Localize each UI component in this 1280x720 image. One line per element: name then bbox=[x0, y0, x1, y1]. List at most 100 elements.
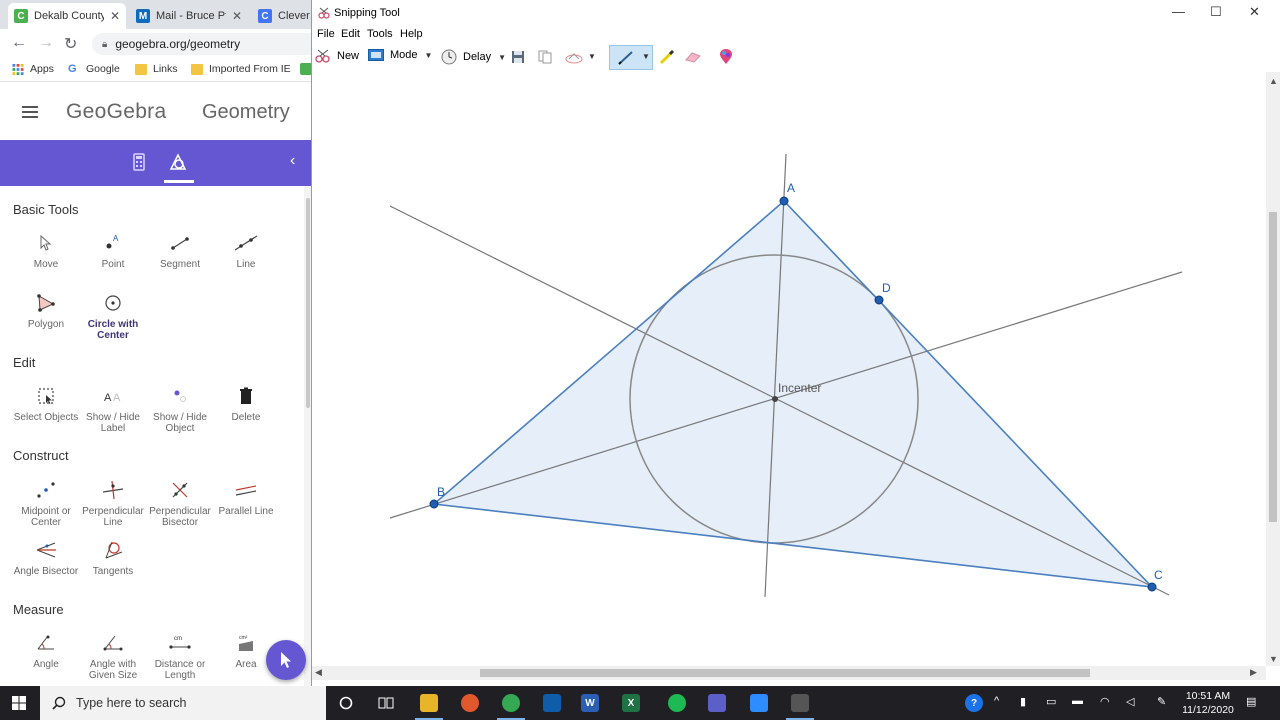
file-explorer-icon[interactable] bbox=[420, 694, 438, 712]
snip-canvas[interactable]: A B C D Incenter bbox=[312, 72, 1266, 666]
horizontal-scrollbar[interactable]: ◀ ▶ bbox=[312, 666, 1266, 680]
tool-parallel-line[interactable]: Parallel Line bbox=[211, 478, 281, 517]
tool-segment[interactable]: Segment bbox=[145, 231, 215, 270]
show-hidden-icons-chevron-icon[interactable]: ^ bbox=[994, 695, 999, 707]
tool-show-hide-object[interactable]: Show / Hide Object bbox=[145, 384, 215, 434]
show-hide-object-icon bbox=[174, 390, 186, 402]
scroll-right-icon[interactable]: ▶ bbox=[1250, 667, 1257, 678]
excel-icon[interactable]: X bbox=[622, 694, 640, 712]
task-view-icon[interactable] bbox=[378, 695, 394, 711]
taskbar-search[interactable]: Type here to search bbox=[40, 686, 326, 720]
maximize-icon[interactable]: ☐ bbox=[1210, 4, 1222, 20]
tool-move[interactable]: Move bbox=[11, 231, 81, 270]
menu-tools[interactable]: Tools bbox=[367, 28, 393, 40]
cortana-icon[interactable] bbox=[339, 696, 353, 710]
browser-tab-mail[interactable]: M Mail - Bruce Pf ✕ bbox=[130, 3, 248, 29]
bookmark-apps[interactable]: Apps bbox=[12, 63, 54, 75]
tool-delete[interactable]: Delete bbox=[211, 384, 281, 423]
tool-label: Perpendicular Bisector bbox=[149, 506, 211, 528]
scroll-up-icon[interactable]: ▲ bbox=[1269, 76, 1278, 86]
section-measure: Measure bbox=[13, 602, 64, 617]
browser-tab-dekalb[interactable]: C Dekalb County ✕ bbox=[8, 3, 126, 29]
delay-button[interactable]: Delay ▼ bbox=[441, 49, 506, 65]
menu-help[interactable]: Help bbox=[400, 28, 423, 40]
copy-icon[interactable] bbox=[538, 50, 552, 64]
network-drive-icon[interactable]: ▭ bbox=[1046, 695, 1056, 708]
tool-angle-bisector[interactable]: Angle Bisector bbox=[11, 538, 81, 577]
menu-icon[interactable] bbox=[22, 106, 38, 118]
close-window-icon[interactable]: ✕ bbox=[1249, 4, 1260, 20]
forward-arrow-icon[interactable]: → bbox=[38, 34, 54, 52]
wifi-icon[interactable]: ◠ bbox=[1100, 695, 1110, 708]
tool-angle[interactable]: Angle bbox=[11, 631, 81, 670]
battery-icon[interactable]: ▬ bbox=[1072, 695, 1083, 707]
address-bar[interactable]: 🔒︎ geogebra.org/geometry bbox=[92, 33, 312, 55]
back-arrow-icon[interactable]: ← bbox=[11, 34, 27, 52]
teams-icon[interactable] bbox=[708, 694, 726, 712]
tool-label: Midpoint or Center bbox=[21, 506, 71, 528]
calculator-icon[interactable] bbox=[129, 152, 149, 172]
eraser-icon[interactable] bbox=[684, 51, 702, 63]
menu-file[interactable]: File bbox=[317, 28, 335, 40]
tool-polygon[interactable]: Polygon bbox=[11, 291, 81, 330]
notifications-icon[interactable]: ▤ bbox=[1246, 695, 1256, 708]
close-tab-icon[interactable]: ✕ bbox=[110, 9, 120, 23]
new-snip-button[interactable]: New bbox=[315, 49, 359, 63]
tool-midpoint[interactable]: Midpoint or Center bbox=[11, 478, 81, 528]
microphone-icon[interactable]: ▮ bbox=[1020, 695, 1026, 708]
tool-tangents[interactable]: Tangents bbox=[78, 538, 148, 577]
tool-perpendicular-line[interactable]: Perpendicular Line bbox=[78, 478, 148, 528]
save-icon[interactable] bbox=[511, 50, 525, 64]
chrome-icon[interactable] bbox=[502, 694, 520, 712]
close-tab-icon[interactable]: ✕ bbox=[232, 9, 242, 23]
reload-icon[interactable]: ↻ bbox=[64, 34, 77, 54]
paint-3d-icon[interactable] bbox=[719, 49, 733, 65]
bookmark-google[interactable]: G Google bbox=[68, 63, 120, 75]
tool-perpendicular-bisector[interactable]: Perpendicular Bisector bbox=[145, 478, 215, 528]
tool-label: Angle Bisector bbox=[13, 566, 79, 577]
floating-action-button[interactable] bbox=[266, 640, 306, 680]
spotify-icon[interactable] bbox=[668, 694, 686, 712]
snipping-tool-app-icon bbox=[318, 7, 330, 19]
tool-label: Angle with Given Size bbox=[88, 659, 138, 681]
scroll-left-icon[interactable]: ◀ bbox=[315, 667, 322, 678]
tool-point[interactable]: A Point bbox=[78, 231, 148, 270]
tool-select-objects[interactable]: Select Objects bbox=[11, 384, 81, 423]
delay-dropdown-icon[interactable]: ▼ bbox=[498, 53, 506, 62]
browser-tab-clever[interactable]: C Clever | bbox=[252, 3, 312, 29]
volume-icon[interactable]: ◁ bbox=[1126, 695, 1134, 708]
word-icon[interactable]: W bbox=[581, 694, 599, 712]
windows-start-icon[interactable] bbox=[12, 696, 26, 710]
send-snip-icon[interactable] bbox=[565, 50, 583, 64]
vertical-scrollbar[interactable]: ▲ ▼ bbox=[1266, 72, 1280, 666]
tool-label: Polygon bbox=[27, 319, 65, 330]
tool-angle-given-size[interactable]: Angle with Given Size bbox=[78, 631, 148, 681]
outlook-favicon-icon: M bbox=[136, 9, 150, 23]
pen-icon[interactable] bbox=[617, 50, 635, 66]
scroll-down-icon[interactable]: ▼ bbox=[1269, 654, 1278, 664]
send-dropdown-icon[interactable]: ▼ bbox=[588, 52, 596, 61]
tools-icon[interactable] bbox=[168, 152, 188, 172]
pen-dropdown-icon[interactable]: ▼ bbox=[642, 52, 650, 61]
tool-distance-length[interactable]: cm Distance or Length bbox=[145, 631, 215, 681]
outlook-app-icon[interactable] bbox=[543, 694, 561, 712]
bookmark-imported-from-ie[interactable]: Imported From IE bbox=[191, 63, 291, 75]
minimize-icon[interactable]: — bbox=[1172, 4, 1185, 19]
bookmark-links[interactable]: Links bbox=[135, 63, 178, 75]
zoom-icon[interactable] bbox=[750, 694, 768, 712]
help-icon[interactable]: ? bbox=[965, 694, 983, 712]
mode-dropdown-icon[interactable]: ▼ bbox=[425, 51, 433, 60]
tool-show-hide-label[interactable]: AA Show / Hide Label bbox=[78, 384, 148, 434]
tool-label: Perpendicular Line bbox=[82, 506, 144, 528]
tool-circle-with-center[interactable]: Circle with Center bbox=[78, 291, 148, 341]
tool-line[interactable]: Line bbox=[211, 231, 281, 270]
pen-workspace-icon[interactable]: ✎ bbox=[1157, 695, 1166, 708]
collapse-chevron-icon[interactable]: ‹ bbox=[290, 152, 295, 170]
system-clock[interactable]: 10:51 AM 11/12/2020 bbox=[1178, 689, 1238, 717]
highlighter-icon[interactable] bbox=[658, 49, 676, 65]
mode-button[interactable]: Mode ▼ bbox=[368, 49, 432, 61]
snipping-tool-taskbar-icon[interactable] bbox=[791, 694, 809, 712]
menu-edit[interactable]: Edit bbox=[341, 28, 360, 40]
firefox-icon[interactable] bbox=[461, 694, 479, 712]
bookmark-label: Google bbox=[86, 63, 120, 75]
